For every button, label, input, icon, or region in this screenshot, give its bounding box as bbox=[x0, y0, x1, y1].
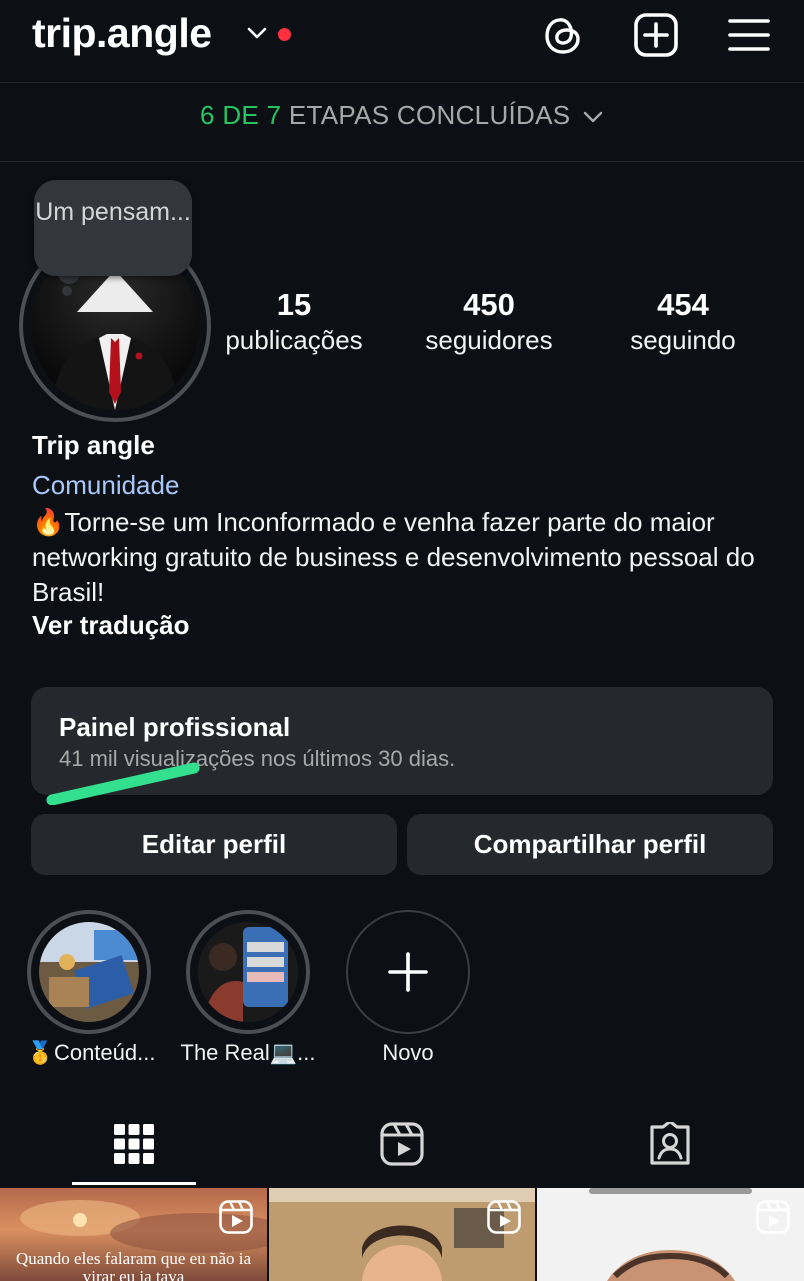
grid-post[interactable] bbox=[537, 1188, 804, 1281]
stat-followers-label: seguidores bbox=[425, 325, 553, 355]
reel-icon bbox=[756, 1200, 790, 1234]
highlight-cover bbox=[198, 922, 298, 1022]
menu-icon[interactable] bbox=[726, 12, 772, 58]
reel-icon bbox=[219, 1200, 253, 1234]
steps-label: ETAPAS CONCLUÍDAS bbox=[288, 100, 571, 130]
highlight-label: The Real💻... bbox=[180, 1040, 316, 1065]
stat-following-label: seguindo bbox=[630, 325, 736, 355]
stat-posts-label: publicações bbox=[225, 325, 363, 355]
notification-dot bbox=[278, 28, 291, 41]
edit-profile-button[interactable]: Editar perfil bbox=[31, 814, 397, 875]
see-translation-link[interactable]: Ver tradução bbox=[32, 610, 190, 641]
create-icon[interactable] bbox=[633, 12, 679, 58]
tagged-icon[interactable] bbox=[648, 1122, 692, 1166]
chevron-down-icon[interactable] bbox=[246, 22, 268, 44]
highlight-cover bbox=[39, 922, 139, 1022]
active-tab-indicator bbox=[72, 1182, 196, 1185]
stat-following-count: 454 bbox=[657, 287, 709, 322]
stat-posts[interactable]: 15 publicações bbox=[199, 286, 389, 356]
profile-bio: 🔥Torne-se um Inconformado e venha fazer … bbox=[32, 507, 755, 607]
stat-posts-count: 15 bbox=[276, 287, 312, 322]
steps-done: 6 DE 7 bbox=[200, 100, 282, 130]
post-caption: Quando eles falaram que eu não ia virar … bbox=[15, 1249, 252, 1281]
share-profile-button[interactable]: Compartilhar perfil bbox=[407, 814, 773, 875]
divider bbox=[0, 161, 804, 162]
grid-icon[interactable] bbox=[112, 1122, 156, 1166]
steps-progress[interactable]: 6 DE 7 ETAPAS CONCLUÍDAS bbox=[0, 100, 804, 131]
stat-following[interactable]: 454 seguindo bbox=[588, 286, 778, 356]
chevron-down-icon bbox=[583, 111, 603, 123]
stat-followers[interactable]: 450 seguidores bbox=[394, 286, 584, 356]
profile-username[interactable]: trip.angle bbox=[32, 10, 212, 57]
dashboard-title: Painel profissional bbox=[59, 712, 291, 742]
story-highlight[interactable] bbox=[27, 910, 151, 1034]
stat-followers-count: 450 bbox=[463, 287, 515, 322]
reel-icon bbox=[487, 1200, 521, 1234]
profile-name: Trip angle bbox=[32, 430, 155, 460]
story-highlight[interactable] bbox=[186, 910, 310, 1034]
profile-category: Comunidade bbox=[32, 470, 180, 500]
green-marker-stroke bbox=[46, 762, 200, 805]
note-bubble[interactable]: Um pensam... bbox=[34, 180, 192, 276]
threads-icon[interactable] bbox=[540, 12, 586, 58]
grid-post[interactable] bbox=[269, 1188, 535, 1281]
divider bbox=[0, 82, 804, 83]
grid-post[interactable]: Quando eles falaram que eu não ia virar … bbox=[0, 1188, 267, 1281]
reels-icon[interactable] bbox=[380, 1122, 424, 1166]
highlight-label: Novo bbox=[382, 1040, 434, 1065]
highlight-label: 🥇Conteúd... bbox=[26, 1040, 156, 1065]
new-highlight-button[interactable] bbox=[346, 910, 470, 1034]
note-bubble-tail bbox=[62, 286, 72, 296]
plus-icon bbox=[388, 952, 428, 992]
